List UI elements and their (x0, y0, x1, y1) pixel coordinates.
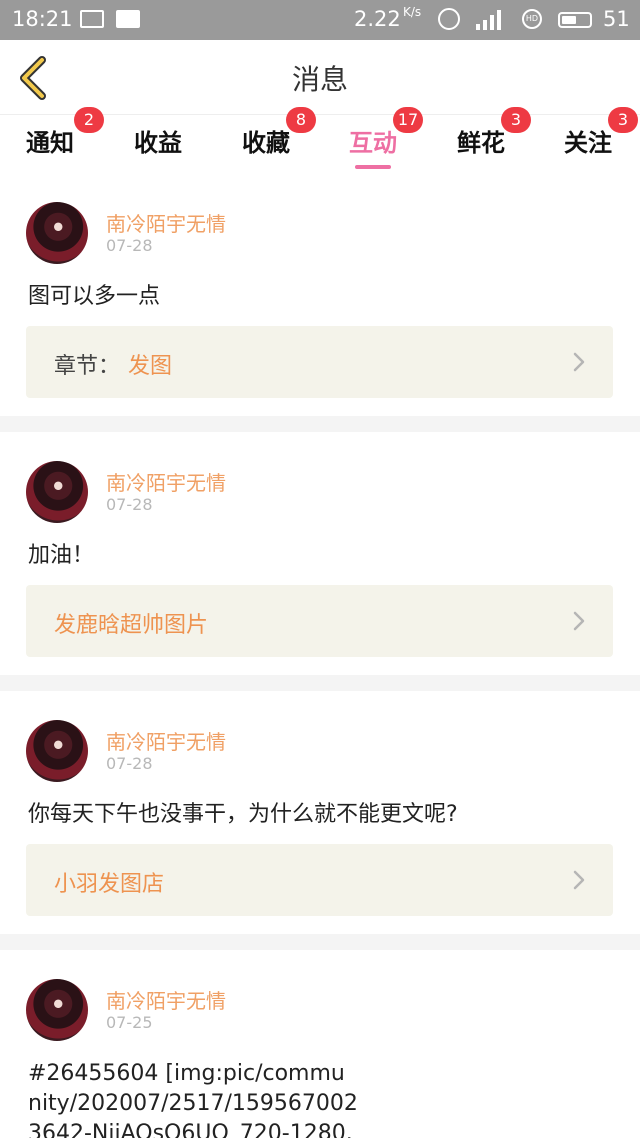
tab-label: 关注 (564, 129, 612, 157)
message-item: 南冷陌宇无情 07-28 加油！ 发鹿晗超帅图片 (0, 443, 640, 675)
page-title: 消息 (291, 63, 348, 96)
message-date: 07-25 (106, 1013, 153, 1032)
tab-notifications[interactable]: 通知 2 (26, 107, 104, 158)
divider (0, 934, 640, 950)
network-speed-unit: K/s (403, 5, 422, 19)
divider (0, 675, 640, 691)
username[interactable]: 南冷陌宇无情 (106, 726, 226, 755)
chevron-right-icon (573, 611, 585, 631)
tab-label: 收藏 (242, 129, 290, 157)
sim-notification-icon (116, 10, 140, 28)
image-notification-icon (80, 10, 104, 28)
alarm-icon (438, 8, 460, 30)
tab-label: 收益 (134, 129, 182, 157)
chapter-link[interactable]: 章节： 发图 (26, 326, 613, 398)
username[interactable]: 南冷陌宇无情 (106, 467, 226, 496)
tab-following[interactable]: 关注 3 (564, 107, 638, 158)
notification-badge: 8 (286, 107, 316, 133)
signal-icon (476, 10, 501, 30)
active-tab-indicator (355, 165, 391, 169)
message-item: 南冷陌宇无情 07-28 你每天下午也没事干，为什么就不能更文呢? 小羽发图店 (0, 702, 640, 934)
tab-bar: 通知 2 收益 收藏 8 互动 17 鲜花 3 关注 3 (0, 107, 640, 175)
work-link[interactable]: 小羽发图店 (26, 844, 613, 916)
chevron-right-icon (573, 870, 585, 890)
network-speed: 2.22 (354, 7, 401, 31)
divider (0, 416, 640, 432)
message-content: 图可以多一点 (28, 284, 161, 309)
tab-flowers[interactable]: 鲜花 3 (457, 107, 531, 158)
avatar[interactable] (26, 202, 88, 264)
tab-interactions[interactable]: 互动 17 (349, 107, 423, 169)
message-date: 07-28 (106, 495, 153, 514)
username[interactable]: 南冷陌宇无情 (106, 208, 226, 237)
username[interactable]: 南冷陌宇无情 (106, 985, 226, 1014)
chevron-right-icon (573, 352, 585, 372)
tab-favorites[interactable]: 收藏 8 (242, 107, 316, 158)
hd-icon: HD (522, 9, 542, 29)
message-content: 加油！ (28, 543, 95, 568)
status-time: 18:21 (12, 7, 73, 31)
avatar[interactable] (26, 720, 88, 782)
notification-badge: 17 (393, 107, 423, 133)
notification-badge: 3 (608, 107, 638, 133)
notification-badge: 3 (501, 107, 531, 133)
link-text: 发图 (128, 354, 173, 379)
message-item: 南冷陌宇无情 07-28 图可以多一点 章节： 发图 (0, 184, 640, 416)
avatar[interactable] (26, 979, 88, 1041)
link-text: 小羽发图店 (54, 872, 165, 897)
work-link[interactable]: 发鹿晗超帅图片 (26, 585, 613, 657)
link-prefix: 章节： (54, 354, 121, 379)
status-bar: 18:21 2.22 K/s HD 51 (0, 0, 640, 40)
tab-label: 通知 (26, 129, 74, 157)
message-date: 07-28 (106, 754, 153, 773)
notification-badge: 2 (74, 107, 104, 133)
header: 消息 (0, 40, 640, 115)
tab-earnings[interactable]: 收益 (134, 123, 182, 158)
avatar[interactable] (26, 461, 88, 523)
tab-label: 鲜花 (457, 129, 505, 157)
message-item: 南冷陌宇无情 07-25 #26455604 [img:pic/communit… (0, 961, 640, 1138)
tab-label: 互动 (349, 129, 397, 157)
link-text: 发鹿晗超帅图片 (54, 613, 209, 638)
battery-icon (558, 12, 592, 28)
battery-level: 51 (603, 7, 630, 31)
message-date: 07-28 (106, 236, 153, 255)
message-content: 你每天下午也没事干，为什么就不能更文呢? (28, 802, 458, 827)
message-content: #26455604 [img:pic/community/202007/2517… (28, 1061, 358, 1138)
